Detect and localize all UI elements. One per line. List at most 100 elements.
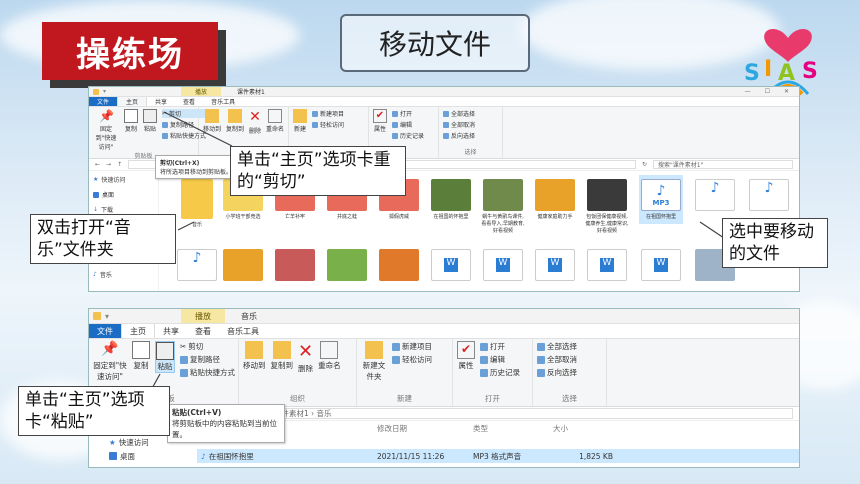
nav-music[interactable]: ♪ 音乐 <box>93 270 154 279</box>
rename-button[interactable]: 重命名 <box>318 341 341 371</box>
file-thumb[interactable]: 蜗牛与黄鹂鸟课件,看看导入,早期教育,好看视频 <box>481 179 525 234</box>
forward-icon[interactable]: → <box>106 161 111 168</box>
file-thumb[interactable]: W <box>533 249 577 283</box>
file-thumb[interactable] <box>325 249 369 283</box>
dropdown-icon[interactable]: ▾ <box>105 312 109 321</box>
tab-share[interactable]: 共享 <box>147 97 175 106</box>
pin-quick-access-button[interactable]: 📌 固定到"快速访问" <box>93 341 127 382</box>
invert-selection-button[interactable]: 反向选择 <box>443 131 475 140</box>
tab-home[interactable]: 主页 <box>117 97 148 106</box>
column-type[interactable]: 类型 <box>473 423 553 434</box>
open-button[interactable]: 打开 <box>392 109 424 118</box>
open-button[interactable]: 打开 <box>480 341 520 352</box>
tab-music-tools[interactable]: 音乐工具 <box>203 97 243 106</box>
edit-button[interactable]: 编辑 <box>392 120 424 129</box>
copy-button[interactable]: 复制 <box>132 341 150 371</box>
cut-button[interactable]: ✂ 剪切 <box>180 341 235 352</box>
file-thumb[interactable]: W <box>585 249 629 283</box>
back-icon[interactable]: ← <box>95 161 100 168</box>
copy-to-button[interactable]: 复制到 <box>226 109 244 133</box>
delete-button[interactable]: ✕ 删除 <box>249 109 261 135</box>
quick-access-toolbar[interactable]: ▾ <box>89 87 181 96</box>
delete-button[interactable]: ✕ 删除 <box>298 341 313 374</box>
callout-open-music: 双击打开“音乐”文件夹 <box>30 214 176 264</box>
close-icon[interactable]: ✕ <box>784 88 789 95</box>
file-thumb[interactable]: ♪ <box>747 179 791 213</box>
refresh-icon[interactable]: ↻ <box>642 161 647 168</box>
copy-path-button[interactable]: 复制路径 <box>180 354 235 365</box>
move-to-button[interactable]: 移动到 <box>243 341 266 371</box>
open-icon <box>480 342 488 351</box>
group-label: 选择 <box>562 394 577 403</box>
file-thumb[interactable] <box>273 249 317 283</box>
file-thumb[interactable]: ♪ <box>175 249 219 283</box>
edit-button[interactable]: 编辑 <box>480 354 520 365</box>
maximize-icon[interactable]: ☐ <box>765 88 770 95</box>
file-thumb[interactable]: W <box>639 249 683 283</box>
file-thumb[interactable]: 包饭团保健康视频,健康养生,健康常识,好看视频 <box>585 179 629 234</box>
open-icon <box>392 110 398 117</box>
quick-access-toolbar[interactable]: ▾ <box>89 309 181 323</box>
copy-to-button[interactable]: 复制到 <box>271 341 293 371</box>
tab-share[interactable]: 共享 <box>155 324 187 338</box>
select-none-button[interactable]: 全部取消 <box>443 120 475 129</box>
mp3-file-icon: ♪ <box>177 249 217 281</box>
path-icon <box>162 121 168 128</box>
easy-access-button[interactable]: 轻松访问 <box>392 354 432 365</box>
up-icon[interactable]: ↑ <box>117 161 122 168</box>
scissors-icon: ✂ <box>162 110 168 117</box>
invert-selection-button[interactable]: 反向选择 <box>537 367 577 378</box>
new-folder-button[interactable]: 新建文件夹 <box>361 341 387 382</box>
new-item-button[interactable]: 新建项目 <box>392 341 432 352</box>
file-thumb[interactable]: W <box>429 249 473 283</box>
file-thumb[interactable]: 在祖国的怀抱里 <box>429 179 473 220</box>
history-button[interactable]: 历史记录 <box>392 131 424 140</box>
pin-quick-access-button[interactable]: 📌 固定到"快速访问" <box>93 109 119 151</box>
select-all-button[interactable]: 全部选择 <box>537 341 577 352</box>
file-thumb[interactable] <box>221 249 265 283</box>
tab-view[interactable]: 查看 <box>187 324 219 338</box>
move-to-button[interactable]: 移动到 <box>203 109 221 133</box>
history-button[interactable]: 历史记录 <box>480 367 520 378</box>
select-all-button[interactable]: 全部选择 <box>443 109 475 118</box>
tab-music-tools[interactable]: 音乐工具 <box>219 324 267 338</box>
easy-access-button[interactable]: 轻松访问 <box>312 120 344 129</box>
dropdown-icon[interactable]: ▾ <box>103 88 106 95</box>
minimize-icon[interactable]: — <box>745 88 751 95</box>
paste-button[interactable]: 粘贴 <box>143 109 157 133</box>
search-input[interactable]: 搜索"课件素材1" <box>653 160 793 169</box>
nav-quick-access[interactable]: ★ 快速访问 <box>93 175 154 184</box>
select-none-button[interactable]: 全部取消 <box>537 354 577 365</box>
tab-file[interactable]: 文件 <box>89 324 121 338</box>
tab-view[interactable]: 查看 <box>175 97 203 106</box>
copy-button[interactable]: 复制 <box>124 109 138 133</box>
slide-badge: 操练场 <box>42 22 218 80</box>
paste-shortcut-button[interactable]: 粘贴快捷方式 <box>180 367 235 378</box>
nav-downloads[interactable]: ↓ 下载 <box>93 205 154 214</box>
file-thumb[interactable]: W <box>481 249 525 283</box>
rename-button[interactable]: 重命名 <box>266 109 284 133</box>
path-field[interactable]: E:) › 课件素材1 › 音乐 <box>251 408 793 419</box>
tab-home[interactable]: 主页 <box>121 324 155 338</box>
properties-button[interactable]: ✔ 属性 <box>457 341 475 371</box>
new-item-button[interactable]: 新建项目 <box>312 109 344 118</box>
properties-button[interactable]: ✔ 属性 <box>373 109 387 133</box>
file-thumb[interactable] <box>377 249 421 283</box>
column-size[interactable]: 大小 <box>553 423 613 434</box>
paste-button[interactable]: 粘贴 <box>155 341 175 373</box>
file-mp3-selected[interactable]: ♪ MP3 在祖国怀抱里 <box>639 175 683 224</box>
nav-desktop[interactable]: 桌面 <box>93 190 154 199</box>
ribbon-tabs: 文件 主页 共享 查看 音乐工具 <box>89 97 799 107</box>
folder-music[interactable]: 音乐 <box>175 179 219 228</box>
tab-file[interactable]: 文件 <box>89 97 118 106</box>
select-all-icon <box>537 342 545 351</box>
context-tab-play[interactable]: 播放 <box>181 309 225 323</box>
context-tab-play[interactable]: 播放 <box>181 87 222 96</box>
table-row[interactable]: ♪ 在祖国怀抱里 2021/11/15 11:26 MP3 格式声音 1,825… <box>197 449 799 463</box>
file-thumb[interactable]: ♪ <box>693 179 737 213</box>
nav-desktop[interactable]: 桌面 <box>89 451 197 462</box>
file-thumb[interactable]: 健康家庭助力手 <box>533 179 577 220</box>
column-date[interactable]: 修改日期 <box>377 423 473 434</box>
explorer-window-source: ▾ 播放 课件素材1 — ☐ ✕ 文件 主页 共享 查看 音乐工具 📌 固定到"… <box>88 86 800 292</box>
new-folder-button[interactable]: 新建 <box>293 109 307 133</box>
